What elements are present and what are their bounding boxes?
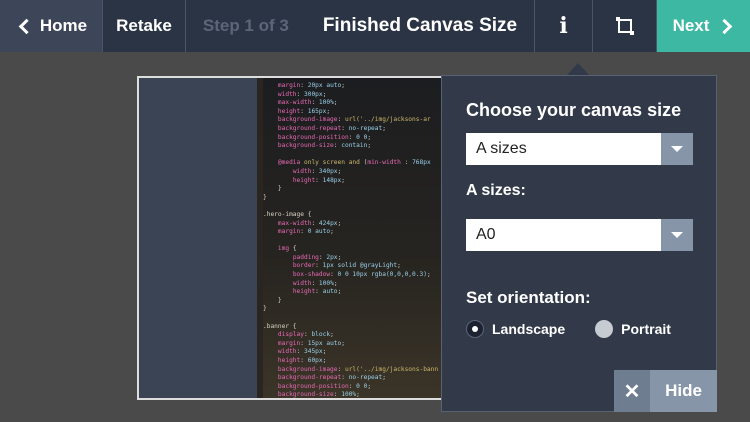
info-icon: i	[559, 13, 568, 39]
canvas-size-popover: Choose your canvas size A sizes A sizes:…	[441, 75, 717, 412]
radio-selected-icon[interactable]	[466, 320, 484, 338]
caret-down-icon[interactable]	[661, 219, 693, 251]
next-label: Next	[672, 16, 710, 35]
title-area: Step 1 of 3 Finished Canvas Size	[186, 0, 535, 52]
top-bar: Home Retake Step 1 of 3 Finished Canvas …	[0, 0, 750, 52]
retake-button[interactable]: Retake	[103, 0, 186, 52]
crop-button[interactable]	[593, 0, 657, 52]
canvas-preview-image[interactable]: margin: 20px auto; width: 300px; max-wid…	[137, 76, 443, 400]
orientation-radio-group: Landscape Portrait	[466, 320, 701, 338]
retake-label: Retake	[116, 16, 172, 35]
sizes-heading: A sizes:	[466, 182, 526, 199]
image-code-photo: margin: 20px auto; width: 300px; max-wid…	[263, 78, 441, 398]
home-button[interactable]: Home	[0, 0, 103, 52]
step-indicator: Step 1 of 3	[202, 16, 289, 35]
crop-icon	[615, 17, 634, 35]
chevron-right-icon	[717, 18, 733, 34]
close-icon: ✕	[614, 370, 650, 412]
chevron-left-icon	[18, 18, 35, 34]
next-button[interactable]: Next	[657, 0, 750, 52]
canvas-size-heading: Choose your canvas size	[466, 100, 682, 120]
caret-down-icon[interactable]	[661, 133, 693, 165]
hide-button[interactable]: ✕ Hide	[614, 370, 717, 412]
size-family-select[interactable]: A sizes	[466, 133, 693, 165]
image-sidebar-region	[139, 78, 257, 398]
radio-unselected-icon[interactable]	[595, 320, 614, 338]
portrait-radio[interactable]: Portrait	[595, 320, 671, 338]
page-title: Finished Canvas Size	[322, 15, 518, 36]
portrait-label: Portrait	[621, 321, 671, 337]
size-family-value: A sizes	[476, 140, 527, 157]
size-select[interactable]: A0	[466, 219, 693, 251]
landscape-label: Landscape	[492, 321, 566, 337]
hide-label: Hide	[665, 381, 702, 400]
landscape-radio[interactable]: Landscape	[466, 320, 565, 338]
size-value: A0	[476, 226, 496, 243]
info-button[interactable]: i	[535, 0, 593, 52]
home-label: Home	[39, 16, 88, 35]
orientation-heading: Set orientation:	[466, 288, 591, 307]
